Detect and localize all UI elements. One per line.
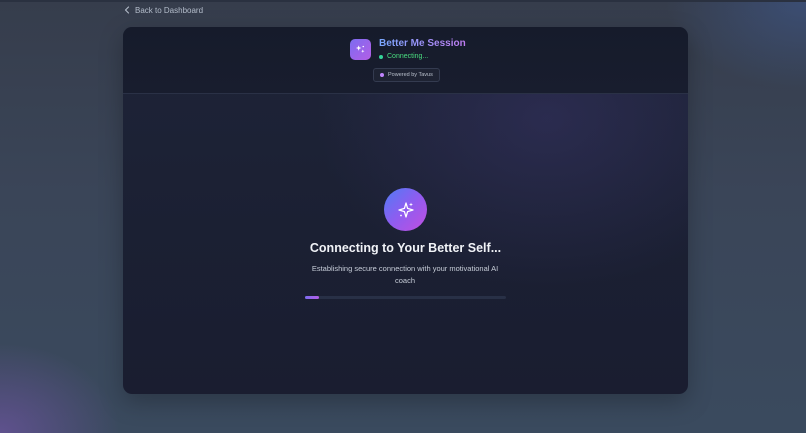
session-app-icon xyxy=(350,39,371,60)
window-top-border xyxy=(0,0,806,2)
session-card: Better Me Session Connecting... Powered … xyxy=(123,27,688,394)
session-title: Better Me Session xyxy=(379,38,466,49)
powered-by-label: Powered by Tavus xyxy=(388,72,433,78)
connecting-description: Establishing secure connection with your… xyxy=(311,264,499,285)
back-to-dashboard-link[interactable]: Back to Dashboard xyxy=(124,4,203,16)
connection-progress-fill xyxy=(305,296,320,299)
sparkles-icon xyxy=(397,201,414,218)
powered-by-badge: Powered by Tavus xyxy=(373,68,440,82)
sparkles-icon xyxy=(355,45,365,53)
connection-status: Connecting... xyxy=(379,53,428,60)
chevron-left-icon xyxy=(124,6,130,14)
coach-avatar xyxy=(384,188,427,231)
session-header: Better Me Session Connecting... Powered … xyxy=(123,27,688,94)
status-label: Connecting... xyxy=(387,53,429,60)
powered-dot-icon xyxy=(380,73,384,77)
status-dot-icon xyxy=(379,54,383,59)
connection-progress-bar xyxy=(305,296,506,299)
back-link-label: Back to Dashboard xyxy=(135,5,204,15)
connecting-heading: Connecting to Your Better Self... xyxy=(309,241,502,255)
